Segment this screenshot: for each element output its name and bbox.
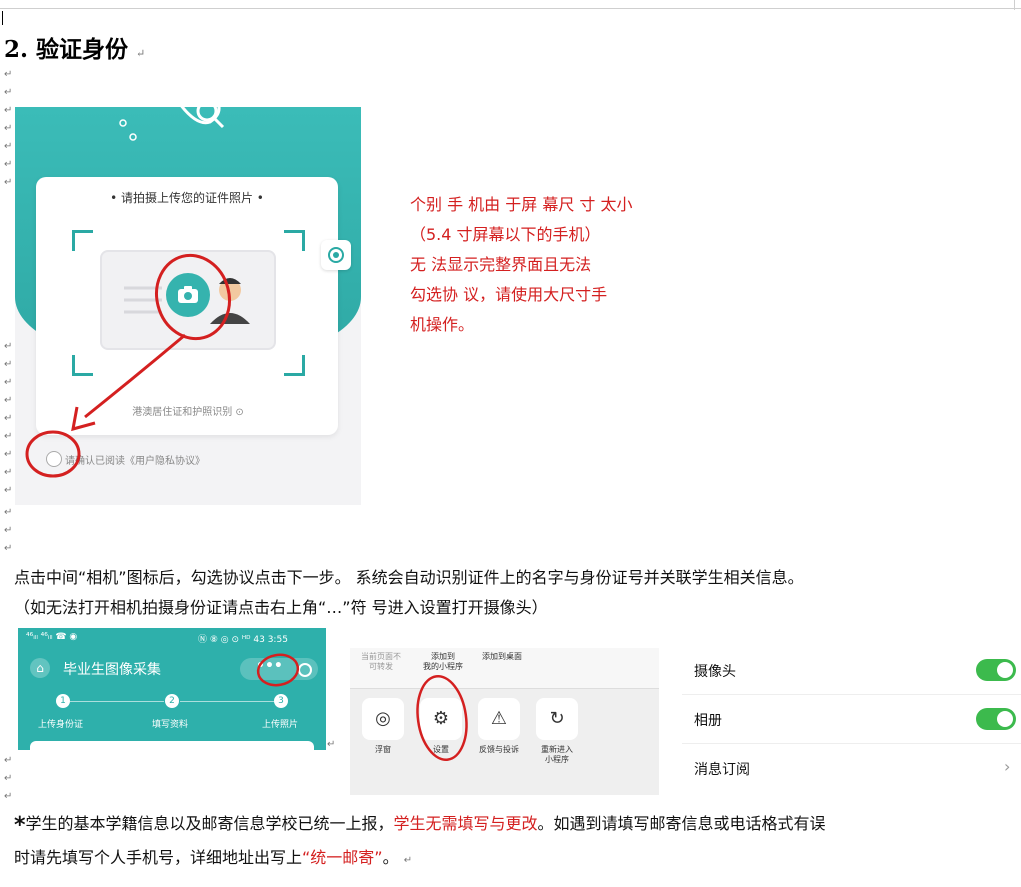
footnote-seg: 。 bbox=[382, 848, 399, 867]
page-corner-rule bbox=[1014, 0, 1015, 10]
paragraph-mark: ↵ bbox=[4, 69, 13, 80]
instruction-line-2: （如无法打开相机拍摄身份证请点击右上角“…”符 号进入设置打开摄像头） bbox=[14, 598, 548, 617]
album-toggle[interactable] bbox=[976, 708, 1016, 730]
small-screen-note: 个别 手 机由 于屏 幕尺 寸 太小 （5.4 寸屏幕以下的手机） 无 法显示完… bbox=[410, 190, 633, 340]
paragraph-mark: ↵ bbox=[327, 739, 336, 750]
divider bbox=[682, 743, 1021, 744]
paragraph-mark: ↵ bbox=[4, 159, 13, 170]
paragraph-mark: ↵ bbox=[4, 141, 13, 152]
mini-program-header-screenshot: ⁴⁶ᵢₗₗ ⁴⁶ᵢₗₗ ☎ ◉ Ⓝ ⑧ ◎ ⊙ ᴴᴰ 43 3:55 ⌂ 毕业生… bbox=[18, 628, 326, 750]
paragraph-mark: ↵ bbox=[4, 755, 13, 766]
note-line: 个别 手 机由 于屏 幕尺 寸 太小 bbox=[410, 195, 633, 214]
section-heading: 2. 验证身份 ↵ bbox=[4, 30, 145, 64]
menu-sheet-screenshot: 当前页面不 可转发 添加到 我的小程序 添加到桌面 ◎ ⚙ ⚠ ↻ 浮窗 设置 … bbox=[350, 648, 659, 795]
chevron-right-icon[interactable]: › bbox=[1004, 757, 1010, 776]
paragraph-mark: ↵ bbox=[4, 377, 13, 388]
camera-toggle[interactable] bbox=[976, 659, 1016, 681]
paragraph-mark: ↵ bbox=[4, 87, 13, 98]
red-annotation-circle bbox=[416, 675, 468, 761]
text-cursor bbox=[2, 11, 3, 25]
paragraph-mark: ↵ bbox=[4, 431, 13, 442]
id-capture-screenshot: • 请拍摄上传您的证件照片 • 港澳居住证和护照识别 ⊙ 请确认已阅读《用户隐私… bbox=[15, 107, 361, 505]
footnote-seg: 。如遇到请填写邮寄信息或电话格式有误 bbox=[537, 814, 826, 833]
paragraph-mark: ↵ bbox=[4, 395, 13, 406]
paragraph-mark: ↵ bbox=[4, 485, 13, 496]
paragraph-mark: ↵ bbox=[4, 341, 13, 352]
footnote-line-2: 时请先填写个人手机号，详细地址出写上“统一邮寄”。 ↵ bbox=[14, 846, 412, 873]
instruction-line-1: 点击中间“相机”图标后，勾选协议点击下一步。 系统会自动识别证件上的名字与身份证… bbox=[14, 568, 804, 587]
note-line: （5.4 寸屏幕以下的手机） bbox=[410, 225, 601, 244]
red-annotation-strokes bbox=[25, 253, 231, 478]
footnote-seg: 学生的基本学籍信息以及邮寄信息学校已统一上报， bbox=[25, 814, 394, 833]
paragraph-mark: ↵ bbox=[4, 467, 13, 478]
paragraph-mark: ↵ bbox=[403, 855, 413, 866]
paragraph-mark: ↵ bbox=[4, 543, 13, 554]
album-setting-label: 相册 bbox=[694, 713, 722, 729]
paragraph-mark: ↵ bbox=[4, 123, 13, 134]
note-line: 机操作。 bbox=[410, 315, 475, 334]
footnote-seg: 时请先填写个人手机号，详细地址出写上 bbox=[14, 848, 303, 867]
page-top-rule bbox=[0, 8, 1021, 9]
note-line: 无 法显示完整界面且无法 bbox=[410, 255, 592, 274]
paragraph-mark: ↵ bbox=[4, 507, 13, 518]
message-subscription-label[interactable]: 消息订阅 bbox=[694, 759, 750, 779]
paragraph-mark: ↵ bbox=[4, 449, 13, 460]
note-line: 勾选协 议，请使用大尺寸手 bbox=[410, 285, 608, 304]
paragraph-mark: ↵ bbox=[4, 525, 13, 536]
asterisk: * bbox=[14, 813, 26, 838]
heading-text: 验证身份 bbox=[36, 36, 129, 63]
paragraph-mark: ↵ bbox=[4, 791, 13, 802]
divider bbox=[682, 694, 1021, 695]
footnote-red: 学生无需填写与更改 bbox=[393, 814, 538, 833]
paragraph-mark: ↵ bbox=[4, 359, 13, 370]
heading-number: 2. bbox=[4, 36, 29, 63]
paragraph-mark: ↵ bbox=[4, 177, 13, 188]
camera-setting-label: 摄像头 bbox=[694, 664, 736, 680]
red-annotation-circle bbox=[256, 653, 300, 687]
paragraph-mark: ↵ bbox=[4, 105, 13, 116]
footnote-line-1: *学生的基本学籍信息以及邮寄信息学校已统一上报，学生无需填写与更改。如遇到请填写… bbox=[14, 812, 826, 838]
paragraph-mark: ↵ bbox=[136, 47, 146, 60]
footnote-red: “统一邮寄” bbox=[302, 848, 383, 867]
paragraph-mark: ↵ bbox=[4, 773, 13, 784]
paragraph-mark: ↵ bbox=[4, 413, 13, 424]
